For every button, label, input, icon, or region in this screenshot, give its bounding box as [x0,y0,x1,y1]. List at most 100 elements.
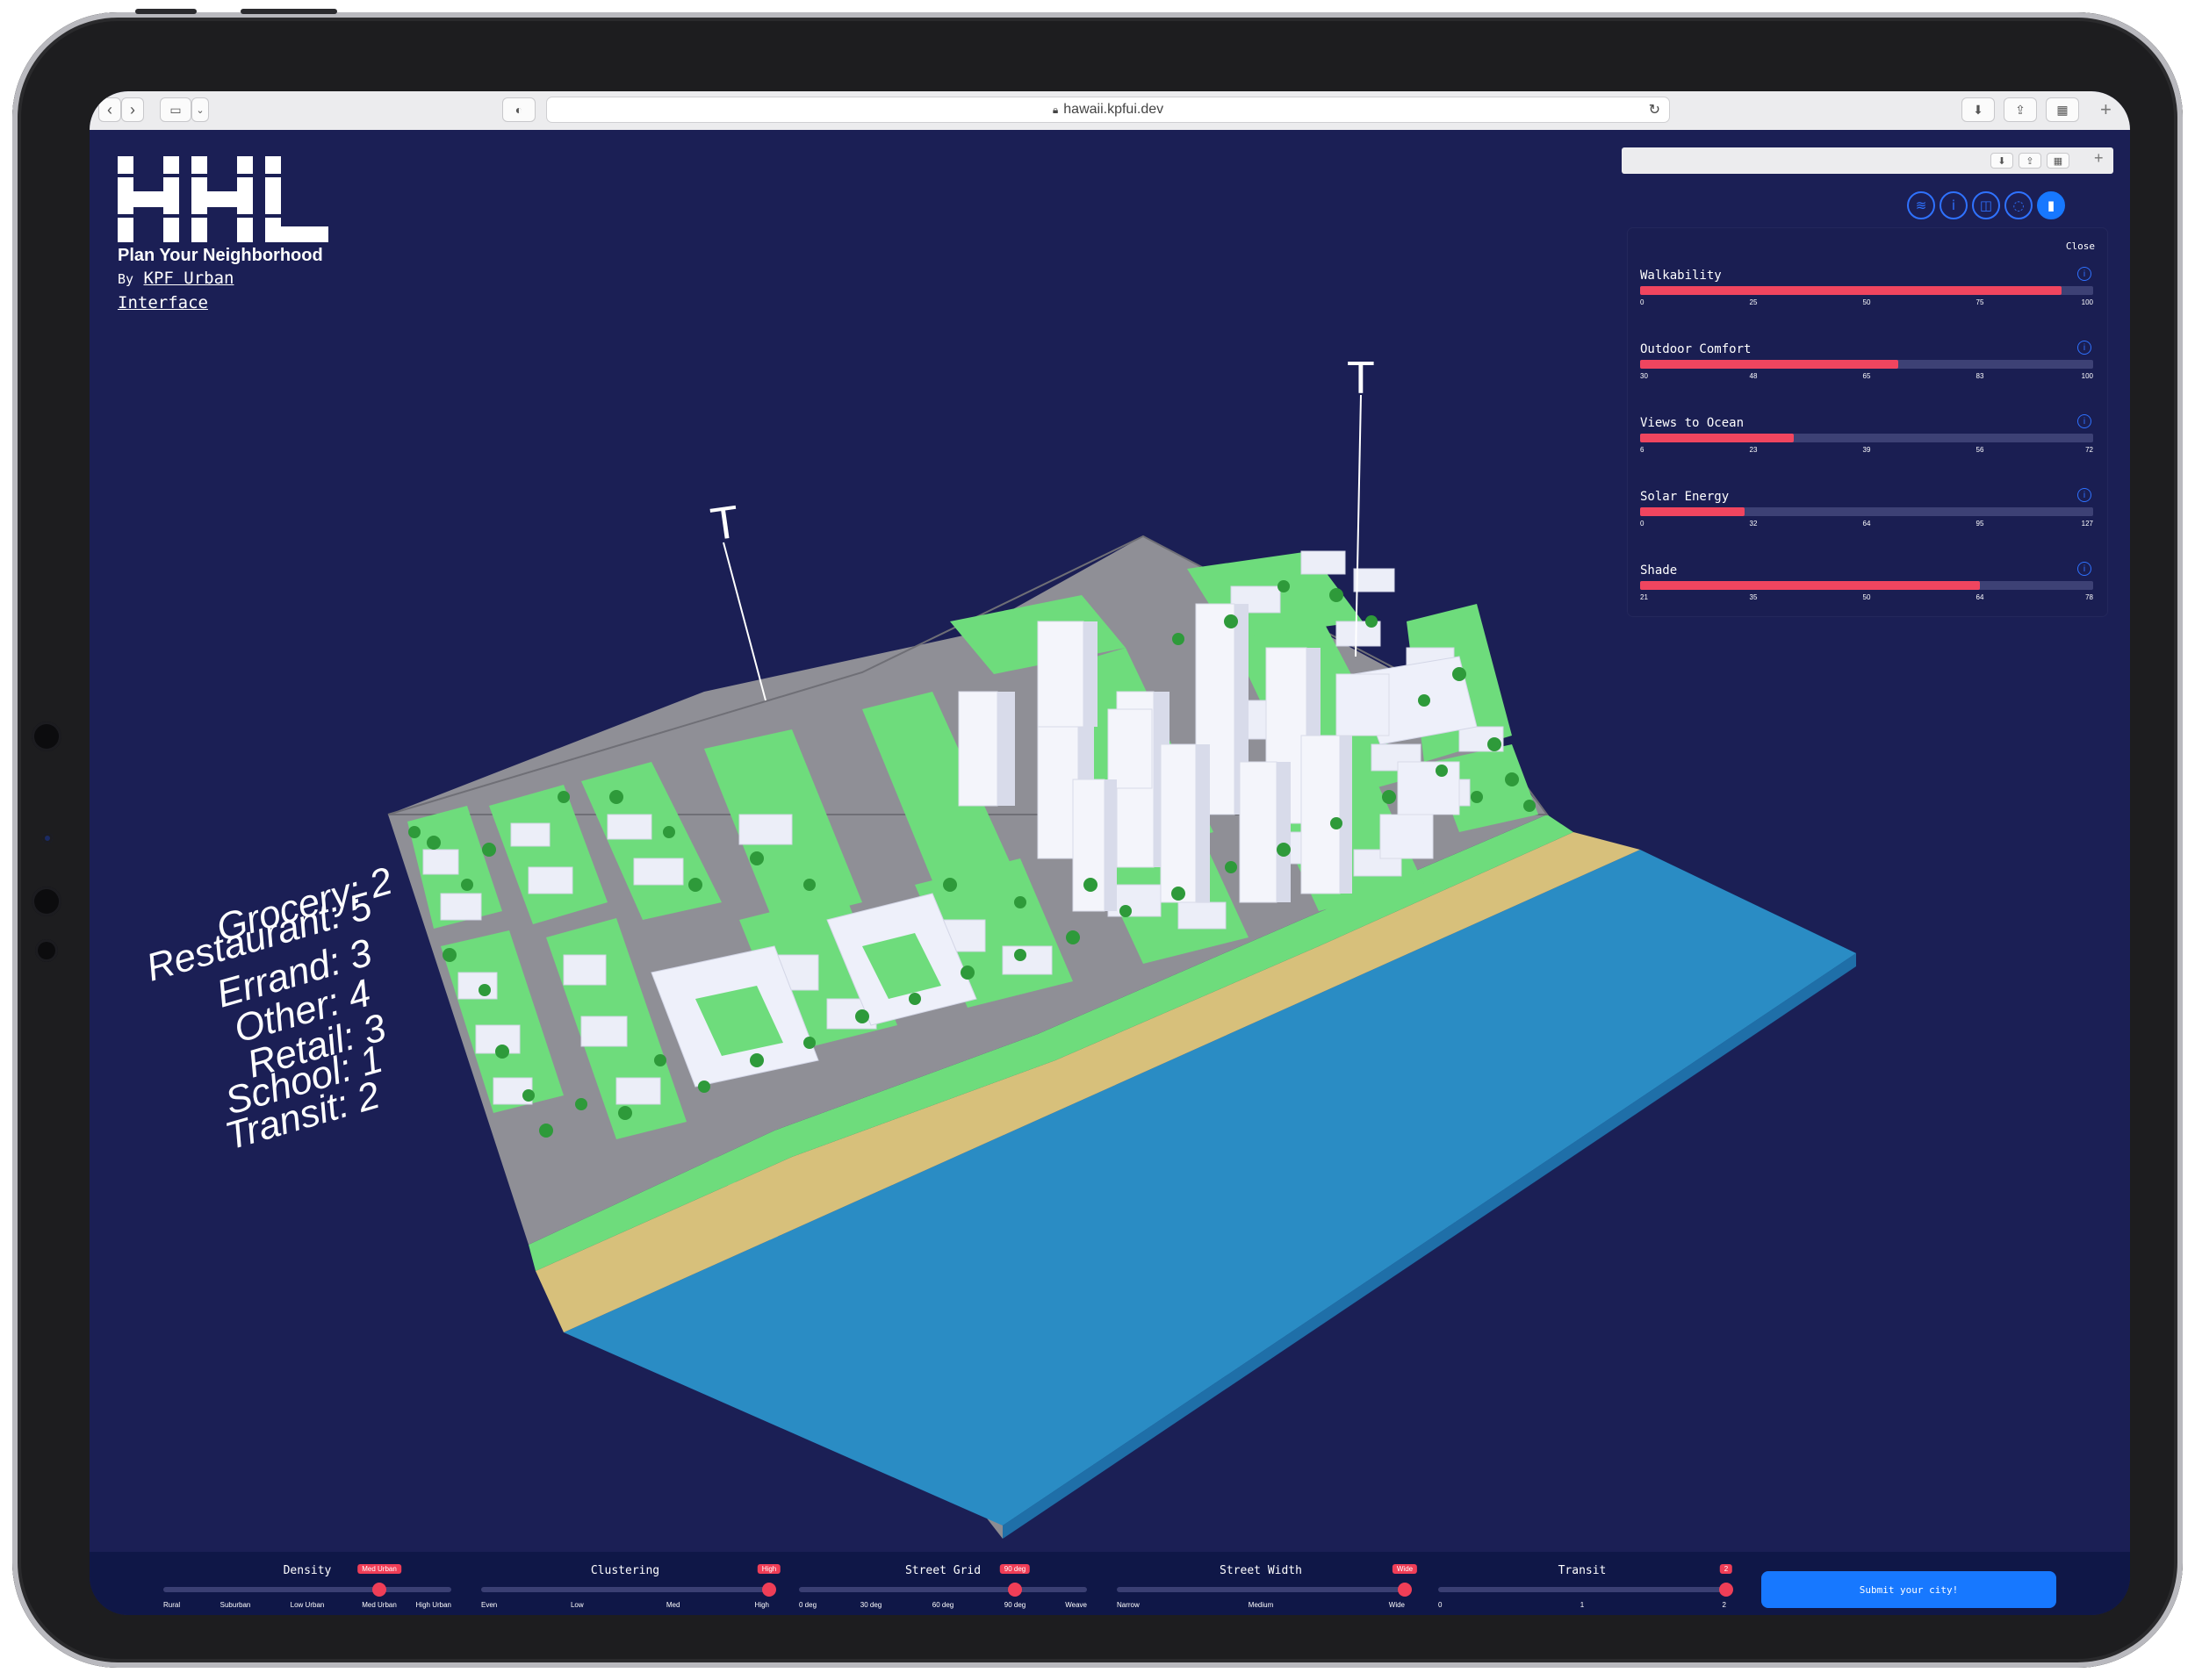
share-icon[interactable]: ⇪ [2019,153,2041,169]
slider-option-label[interactable]: Weave [1065,1601,1087,1609]
screen: ‹ › ▭ ⌄ ◐ 🔒︎ hawaii.kpfui.dev ↻ ⬇ ⇪ ▦ + [90,91,2130,1615]
slider-value-badge: Med Urban [357,1564,401,1574]
slider-labels: Even Low Med High [481,1601,769,1610]
slider-option-label[interactable]: 0 [1438,1601,1442,1609]
slider-thumb[interactable] [372,1583,386,1597]
slider-value-badge: Wide [1392,1564,1418,1574]
slider-option-label[interactable]: High [755,1601,769,1609]
slider-option-label[interactable]: 0 deg [799,1601,817,1609]
metric-tick-label: 100 [2081,298,2093,306]
chat-icon[interactable]: ◌ [2004,191,2033,219]
metric-title: Shade [1640,564,1678,578]
info-icon[interactable]: i [2077,341,2091,355]
slider-option-label[interactable]: High Urban [416,1601,451,1609]
metric-tick-label: 56 [1976,446,1984,454]
transit-marker[interactable]: T [1347,353,1375,404]
slider-option-label[interactable]: Low Urban [291,1601,325,1609]
slider-track[interactable]: Med Urban [163,1564,451,1597]
slider-title: Street Grid [904,1564,982,1577]
magnetic-connector [32,887,61,916]
back-button[interactable]: ‹ [98,97,121,122]
top-button [241,9,337,14]
slider-option-label[interactable]: 60 deg [932,1601,954,1609]
metric-tick-label: 75 [1976,298,1984,306]
info-icon[interactable]: i [2077,488,2091,502]
new-tab-icon[interactable]: + [2100,98,2112,121]
metric-title: Walkability [1640,269,1722,283]
metric-walkability: Walkability i 0 25 50 75 100 [1640,267,2093,330]
reload-icon[interactable]: ↻ [1649,101,1660,118]
slider-thumb[interactable] [762,1583,776,1597]
chart-icon[interactable]: ▮ [2037,191,2065,219]
slider-option-label[interactable]: 30 deg [860,1601,882,1609]
metric-solar-energy: Solar Energy i 0 32 64 95 127 [1640,488,2093,551]
metric-ticks: 21 35 50 64 78 [1640,593,2093,602]
camera-icon[interactable]: ◫ [1972,191,2000,219]
download-icon[interactable]: ⬇ [1990,153,2013,169]
info-icon[interactable]: i [2077,267,2091,281]
byline: By KPF Urban [118,269,234,288]
tab-overview-button[interactable]: ▦ [2046,97,2079,122]
plus-icon[interactable]: + [2094,149,2104,168]
magnetic-connector [32,722,61,751]
privacy-shield-button[interactable]: ◐ [502,97,536,122]
slider-option-label[interactable]: Narrow [1117,1601,1140,1609]
close-button[interactable]: Close [2066,241,2095,252]
info-icon[interactable]: i [2077,414,2091,428]
metric-ticks: 0 32 64 95 127 [1640,520,2093,528]
forward-button[interactable]: › [121,97,144,122]
info-icon[interactable]: i [1940,191,1968,219]
slider-option-label[interactable]: 90 deg [1004,1601,1026,1609]
slider-value-badge: High [757,1564,781,1574]
sidebar-toggle-button[interactable]: ▭ [160,97,191,122]
metric-title: Solar Energy [1640,490,1730,504]
slider-option-label[interactable]: 1 [1580,1601,1584,1609]
interface-link[interactable]: Interface [118,293,208,312]
metric-bar [1640,360,2093,369]
slider-value-badge: 90 deg [999,1564,1031,1574]
tab-group-menu-button[interactable]: ⌄ [191,97,209,122]
slider-option-label[interactable]: Medium [1249,1601,1273,1609]
slider-option-label[interactable]: Med Urban [362,1601,397,1609]
metric-bar [1640,286,2093,295]
slider-track[interactable]: 90 deg [799,1564,1087,1597]
slider-thumb[interactable] [1719,1583,1733,1597]
submit-button[interactable]: Submit your city! [1761,1571,2056,1608]
metric-tick-label: 35 [1749,593,1758,601]
slider-track[interactable]: High [481,1564,781,1597]
metric-tick-label: 72 [2085,446,2093,454]
slider-option-label[interactable]: Suburban [220,1601,251,1609]
slider-thumb[interactable] [1008,1583,1022,1597]
app-canvas[interactable]: T T Grocery: 2 Restaurant: 5 Errand: 3 O… [90,130,2130,1615]
slider-option-label[interactable]: Even [481,1601,497,1609]
slider-option-label[interactable]: 2 [1723,1601,1726,1609]
slider-option-label[interactable]: Wide [1389,1601,1405,1609]
download-button[interactable]: ⬇ [1961,97,1995,122]
slider-option-label[interactable]: Low [571,1601,584,1609]
slider-thumb[interactable] [1398,1583,1412,1597]
kpf-urban-link[interactable]: KPF Urban [144,269,234,288]
info-icon[interactable]: i [2077,562,2091,576]
transit-marker-line [723,542,766,701]
magnetic-connector [35,939,58,962]
slider-option-label[interactable]: Med [666,1601,680,1609]
slider-value-badge: 2 [1719,1564,1733,1574]
slider-labels: 0 deg 30 deg 60 deg 90 deg Weave [799,1601,1087,1610]
metric-tick-label: 21 [1640,593,1648,601]
slider-track[interactable]: 2 [1438,1564,1733,1597]
layers-icon[interactable]: ≋ [1907,191,1935,219]
grid-icon[interactable]: ▦ [2047,153,2069,169]
slider-option-label[interactable]: Rural [163,1601,180,1609]
transit-marker[interactable]: T [708,497,743,551]
metric-tick-label: 25 [1749,298,1758,306]
slider-labels: Rural Suburban Low Urban Med Urban High Urba… [163,1601,451,1610]
slider-labels: Narrow Medium Wide [1117,1601,1405,1610]
metric-tick-label: 32 [1749,520,1758,528]
share-button[interactable]: ⇪ [2004,97,2037,122]
metric-tick-label: 30 [1640,372,1648,380]
address-bar[interactable]: 🔒︎ hawaii.kpfui.dev ↻ [546,97,1670,123]
slider-title: Density [283,1564,332,1577]
metric-bar [1640,581,2093,590]
metric-tick-label: 50 [1862,593,1871,601]
slider-track[interactable]: Wide [1117,1564,1418,1597]
